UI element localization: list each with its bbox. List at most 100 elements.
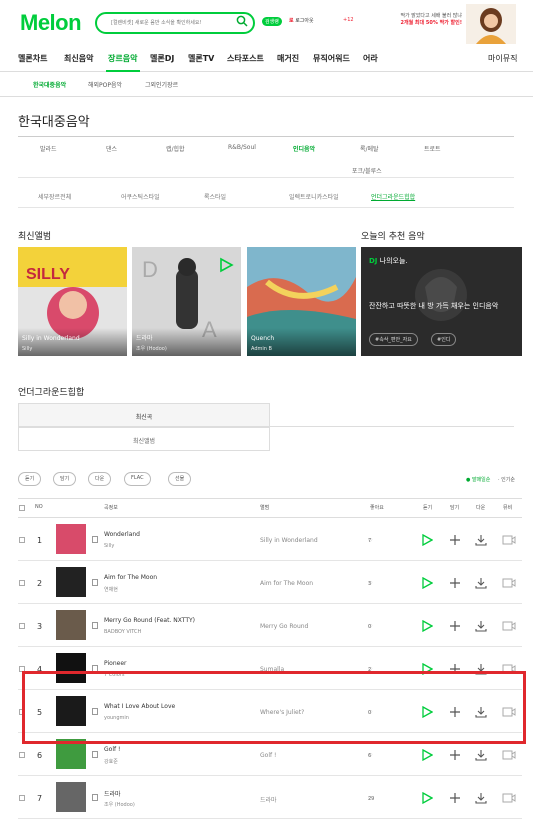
genre-tab-indie[interactable]: 인디음악 [293,144,315,153]
download-icon[interactable] [475,792,487,804]
tab-latest-songs[interactable]: 최신곡 [18,403,270,427]
song-title[interactable]: Merry Go Round (Feat. NXTTY) [104,617,195,624]
genre-tab-hiphop[interactable]: 랩/힙합 [166,144,185,153]
subgenre-rock[interactable]: 록스타일 [204,192,226,201]
subgenre-acoustic[interactable]: 어쿠스틱스타일 [121,192,160,201]
download-button[interactable]: 다운 [88,472,112,486]
song-album[interactable]: Golf ! [260,752,276,759]
login-link[interactable]: 로 로그아웃 [289,17,314,24]
song-info-icon[interactable] [92,536,98,543]
song-title[interactable]: Golf ! [104,746,120,753]
album-thumbnail[interactable] [56,782,86,812]
subnav-korean[interactable]: 한국대중음악 [33,80,66,89]
play-icon[interactable] [421,534,433,546]
genre-tab-ballad[interactable]: 발라드 [40,144,57,153]
row-checkbox[interactable] [19,580,25,586]
album-thumbnail[interactable] [56,610,86,640]
play-icon[interactable] [421,620,433,632]
row-checkbox[interactable] [19,623,25,629]
subgenre-electronica[interactable]: 일렉트로니카스타일 [289,192,339,201]
song-artist[interactable]: 연채현 [104,586,118,593]
genre-tab-rock[interactable]: 록/메탈 [360,144,379,153]
album-card[interactable]: SILLY Silly in Wonderland Silly [18,247,127,356]
sort-by-date[interactable]: ● 발매일순 [466,476,490,483]
add-icon[interactable] [449,620,461,632]
song-title[interactable]: 드라마 [104,789,121,798]
nav-music-award[interactable]: 뮤직어워드 [313,53,350,64]
song-info-icon[interactable] [92,794,98,801]
add-icon[interactable] [449,749,461,761]
add-button[interactable]: 담기 [53,472,77,486]
dj-tag[interactable]: #인디 [431,333,457,346]
download-icon[interactable] [475,749,487,761]
gift-button[interactable]: 선물 [168,472,192,486]
nav-melon-chart[interactable]: 멜론차트 [18,53,47,64]
subgenre-underground-hiphop[interactable]: 언더그라운드힙합 [371,192,415,201]
genre-tab-folk[interactable]: 포크/블루스 [352,166,382,175]
search-input[interactable]: [컬렌비셋] 새로운 음반 소식을 확인하세요! [95,12,255,34]
vip-badge[interactable]: 검생랭 [262,17,282,26]
subnav-other[interactable]: 그외인기장르 [145,80,178,89]
song-artist[interactable]: 조우 (Hodoo) [104,801,135,808]
listen-button[interactable]: 듣기 [18,472,42,486]
mv-icon[interactable] [502,621,516,631]
song-title[interactable]: Pioneer [104,660,126,667]
dj-tag[interactable]: #속삭_편안_자요 [369,333,418,346]
flac-button[interactable]: FLAC [124,472,151,486]
ad-banner-text[interactable]: 딱가 밝았다고 세배 불러 많냐 2개월 최대 50% 딱가 할인! [388,13,462,27]
song-title[interactable]: Wonderland [104,531,140,538]
download-icon[interactable] [475,620,487,632]
subnav-pop[interactable]: 해외POP음악 [88,80,122,89]
mv-icon[interactable] [502,578,516,588]
play-icon[interactable] [421,749,433,761]
mp3-badge[interactable]: +12 [343,17,354,23]
sort-by-popular[interactable]: · 인기순 [498,476,515,483]
genre-tab-trot[interactable]: 트로트 [424,144,441,153]
select-all-checkbox[interactable] [19,505,25,511]
song-artist[interactable]: 강효준 [104,758,118,765]
genre-tab-dance[interactable]: 댄스 [106,144,117,153]
genre-tab-rnb[interactable]: R&B/Soul [228,144,256,151]
album-card[interactable]: Quench Admin B [247,247,356,356]
nav-starpost[interactable]: 스타포스트 [227,53,264,64]
song-artist[interactable]: Silly [104,543,114,549]
add-icon[interactable] [449,534,461,546]
tab-latest-albums[interactable]: 최신앨범 [18,427,270,451]
mv-icon[interactable] [502,793,516,803]
song-artist[interactable]: BADBOY VITCH [104,629,141,635]
download-icon[interactable] [475,534,487,546]
subgenre-all[interactable]: 세부장르전체 [38,192,71,201]
add-icon[interactable] [449,792,461,804]
play-icon[interactable] [218,257,234,273]
nav-magazine[interactable]: 매거진 [277,53,299,64]
nav-melon-dj[interactable]: 멜론DJ [150,53,174,64]
song-info-icon[interactable] [92,622,98,629]
nav-genre-music[interactable]: 장르음악 [108,53,137,64]
song-info-icon[interactable] [92,751,98,758]
play-icon[interactable] [421,792,433,804]
song-album[interactable]: Aim for The Moon [260,580,313,587]
album-card[interactable]: DA 드라마 조우 (Hodoo) [132,247,241,356]
song-info-icon[interactable] [92,579,98,586]
melon-logo[interactable]: Melon [20,10,82,36]
song-album[interactable]: Silly in Wonderland [260,537,318,544]
nav-my-music[interactable]: 마이뮤직 [488,53,517,64]
mv-icon[interactable] [502,750,516,760]
song-title[interactable]: Aim for The Moon [104,574,157,581]
search-icon[interactable] [236,15,248,27]
row-checkbox[interactable] [19,537,25,543]
album-thumbnail[interactable] [56,567,86,597]
add-icon[interactable] [449,577,461,589]
nav-melon-tv[interactable]: 멜론TV [188,53,214,64]
song-album[interactable]: Merry Go Round [260,623,308,630]
song-album[interactable]: 드라마 [260,795,277,804]
dj-recommend-card[interactable]: DJ 나의오늘. 잔잔하고 따뜻한 내 방 가득 채우는 인디음악 #속삭_편안… [361,247,522,356]
ad-illustration[interactable] [466,4,516,44]
mv-icon[interactable] [502,535,516,545]
nav-latest-music[interactable]: 최신음악 [64,53,93,64]
download-icon[interactable] [475,577,487,589]
row-checkbox[interactable] [19,752,25,758]
play-icon[interactable] [421,577,433,589]
nav-more[interactable]: 어라 [363,53,378,64]
row-checkbox[interactable] [19,795,25,801]
